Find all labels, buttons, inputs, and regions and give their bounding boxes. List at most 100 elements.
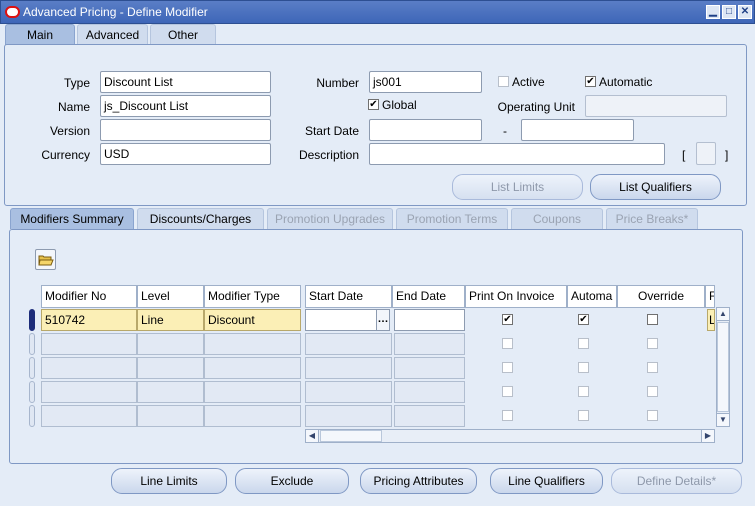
line-qualifiers-button[interactable]: Line Qualifiers xyxy=(490,468,603,494)
close-icon[interactable]: ✕ xyxy=(738,5,752,19)
operating-unit-field xyxy=(585,95,727,117)
cell-end-date[interactable] xyxy=(394,309,465,331)
cell-level[interactable] xyxy=(137,381,204,403)
cell-level[interactable]: Line xyxy=(137,309,204,331)
type-label: Type xyxy=(63,76,90,90)
scroll-left-icon[interactable]: ◀ xyxy=(305,429,319,443)
operating-unit-label: Operating Unit xyxy=(497,100,575,114)
scroll-up-icon[interactable]: ▲ xyxy=(716,307,730,321)
tab-advanced[interactable]: Advanced xyxy=(77,24,148,45)
tab-modifiers-summary[interactable]: Modifiers Summary xyxy=(10,208,134,229)
scroll-right-icon[interactable]: ▶ xyxy=(701,429,715,443)
version-label: Version xyxy=(49,124,90,138)
row-indicator[interactable] xyxy=(29,381,35,403)
maximize-icon[interactable]: □ xyxy=(722,5,736,19)
cell-automatic-checkbox[interactable] xyxy=(578,410,589,421)
cell-modifier-no[interactable] xyxy=(41,381,137,403)
col-modifier-no[interactable]: Modifier No xyxy=(41,285,137,308)
col-f[interactable]: F xyxy=(705,285,715,308)
currency-field[interactable]: USD xyxy=(100,143,271,165)
cell-print-on-invoice-checkbox[interactable]: ✔ xyxy=(502,314,513,325)
cell-end-date[interactable] xyxy=(394,381,465,403)
cell-modifier-type[interactable]: Discount xyxy=(204,309,301,331)
tab-coupons: Coupons xyxy=(511,208,603,229)
cell-end-date[interactable] xyxy=(394,357,465,379)
define-details-button[interactable]: Define Details* xyxy=(611,468,742,494)
cell-print-on-invoice-checkbox[interactable] xyxy=(502,386,513,397)
open-folder-button[interactable] xyxy=(35,249,56,270)
list-limits-button[interactable]: List Limits xyxy=(452,174,583,200)
cell-override-checkbox[interactable] xyxy=(647,314,658,325)
row-indicator-current[interactable] xyxy=(29,309,35,331)
cell-modifier-no[interactable]: 510742 xyxy=(41,309,137,331)
start-date-field[interactable] xyxy=(369,119,482,141)
cell-end-date[interactable] xyxy=(394,405,465,427)
col-override[interactable]: Override xyxy=(617,285,705,308)
date-picker-button[interactable]: … xyxy=(376,309,390,331)
cell-modifier-type[interactable] xyxy=(204,405,301,427)
vertical-scroll-thumb[interactable] xyxy=(717,322,729,412)
row-indicator[interactable] xyxy=(29,357,35,379)
cell-modifier-type[interactable] xyxy=(204,357,301,379)
cell-print-on-invoice-checkbox[interactable] xyxy=(502,362,513,373)
tab-other[interactable]: Other xyxy=(150,24,216,45)
cell-level[interactable] xyxy=(137,333,204,355)
cell-automatic-checkbox[interactable] xyxy=(578,386,589,397)
number-field[interactable]: js001 xyxy=(369,71,482,93)
active-label: Active xyxy=(512,75,545,89)
cell-start-date[interactable] xyxy=(305,309,377,331)
list-qualifiers-button[interactable]: List Qualifiers xyxy=(590,174,721,200)
horizontal-scroll-thumb[interactable] xyxy=(320,430,382,442)
col-start-date[interactable]: Start Date xyxy=(305,285,392,308)
tab-main[interactable]: Main xyxy=(5,24,75,45)
cell-start-date[interactable] xyxy=(305,405,392,427)
exclude-button[interactable]: Exclude xyxy=(235,468,349,494)
end-date-field[interactable] xyxy=(521,119,634,141)
cell-automatic-checkbox[interactable]: ✔ xyxy=(578,314,589,325)
scroll-down-icon[interactable]: ▼ xyxy=(716,413,730,427)
col-print-on-invoice[interactable]: Print On Invoice xyxy=(465,285,567,308)
cell-end-date[interactable] xyxy=(394,333,465,355)
tab-discounts-charges[interactable]: Discounts/Charges xyxy=(137,208,264,229)
cell-f[interactable]: L xyxy=(707,309,715,331)
cell-modifier-type[interactable] xyxy=(204,333,301,355)
flexfield-bracket-close: ] xyxy=(725,148,729,162)
cell-print-on-invoice-checkbox[interactable] xyxy=(502,410,513,421)
cell-modifier-no[interactable] xyxy=(41,333,137,355)
flexfield-field[interactable] xyxy=(696,142,716,165)
version-field[interactable] xyxy=(100,119,271,141)
cell-start-date[interactable] xyxy=(305,333,392,355)
col-modifier-type[interactable]: Modifier Type xyxy=(204,285,301,308)
title-bar[interactable]: Advanced Pricing - Define Modifier ▁ □ ✕ xyxy=(0,0,755,24)
row-indicator[interactable] xyxy=(29,333,35,355)
description-field[interactable] xyxy=(369,143,665,165)
col-automatic[interactable]: Automa xyxy=(567,285,617,308)
col-level[interactable]: Level xyxy=(137,285,204,308)
cell-start-date[interactable] xyxy=(305,357,392,379)
cell-override-checkbox[interactable] xyxy=(647,410,658,421)
cell-override-checkbox[interactable] xyxy=(647,386,658,397)
cell-override-checkbox[interactable] xyxy=(647,362,658,373)
col-end-date[interactable]: End Date xyxy=(392,285,465,308)
pricing-attributes-button[interactable]: Pricing Attributes xyxy=(360,468,477,494)
automatic-label: Automatic xyxy=(599,75,653,89)
cell-start-date[interactable] xyxy=(305,381,392,403)
cell-level[interactable] xyxy=(137,405,204,427)
row-indicator[interactable] xyxy=(29,405,35,427)
cell-modifier-no[interactable] xyxy=(41,405,137,427)
cell-print-on-invoice-checkbox[interactable] xyxy=(502,338,513,349)
type-field[interactable]: Discount List xyxy=(100,71,271,93)
cell-automatic-checkbox[interactable] xyxy=(578,362,589,373)
cell-modifier-no[interactable] xyxy=(41,357,137,379)
cell-automatic-checkbox[interactable] xyxy=(578,338,589,349)
automatic-checkbox[interactable]: ✔ xyxy=(585,76,596,87)
line-limits-button[interactable]: Line Limits xyxy=(111,468,227,494)
window-title: Advanced Pricing - Define Modifier xyxy=(23,5,208,19)
minimize-icon[interactable]: ▁ xyxy=(706,5,720,19)
cell-modifier-type[interactable] xyxy=(204,381,301,403)
cell-override-checkbox[interactable] xyxy=(647,338,658,349)
global-checkbox[interactable]: ✔ xyxy=(368,99,379,110)
active-checkbox[interactable] xyxy=(498,76,509,87)
name-field[interactable]: js_Discount List xyxy=(100,95,271,117)
cell-level[interactable] xyxy=(137,357,204,379)
